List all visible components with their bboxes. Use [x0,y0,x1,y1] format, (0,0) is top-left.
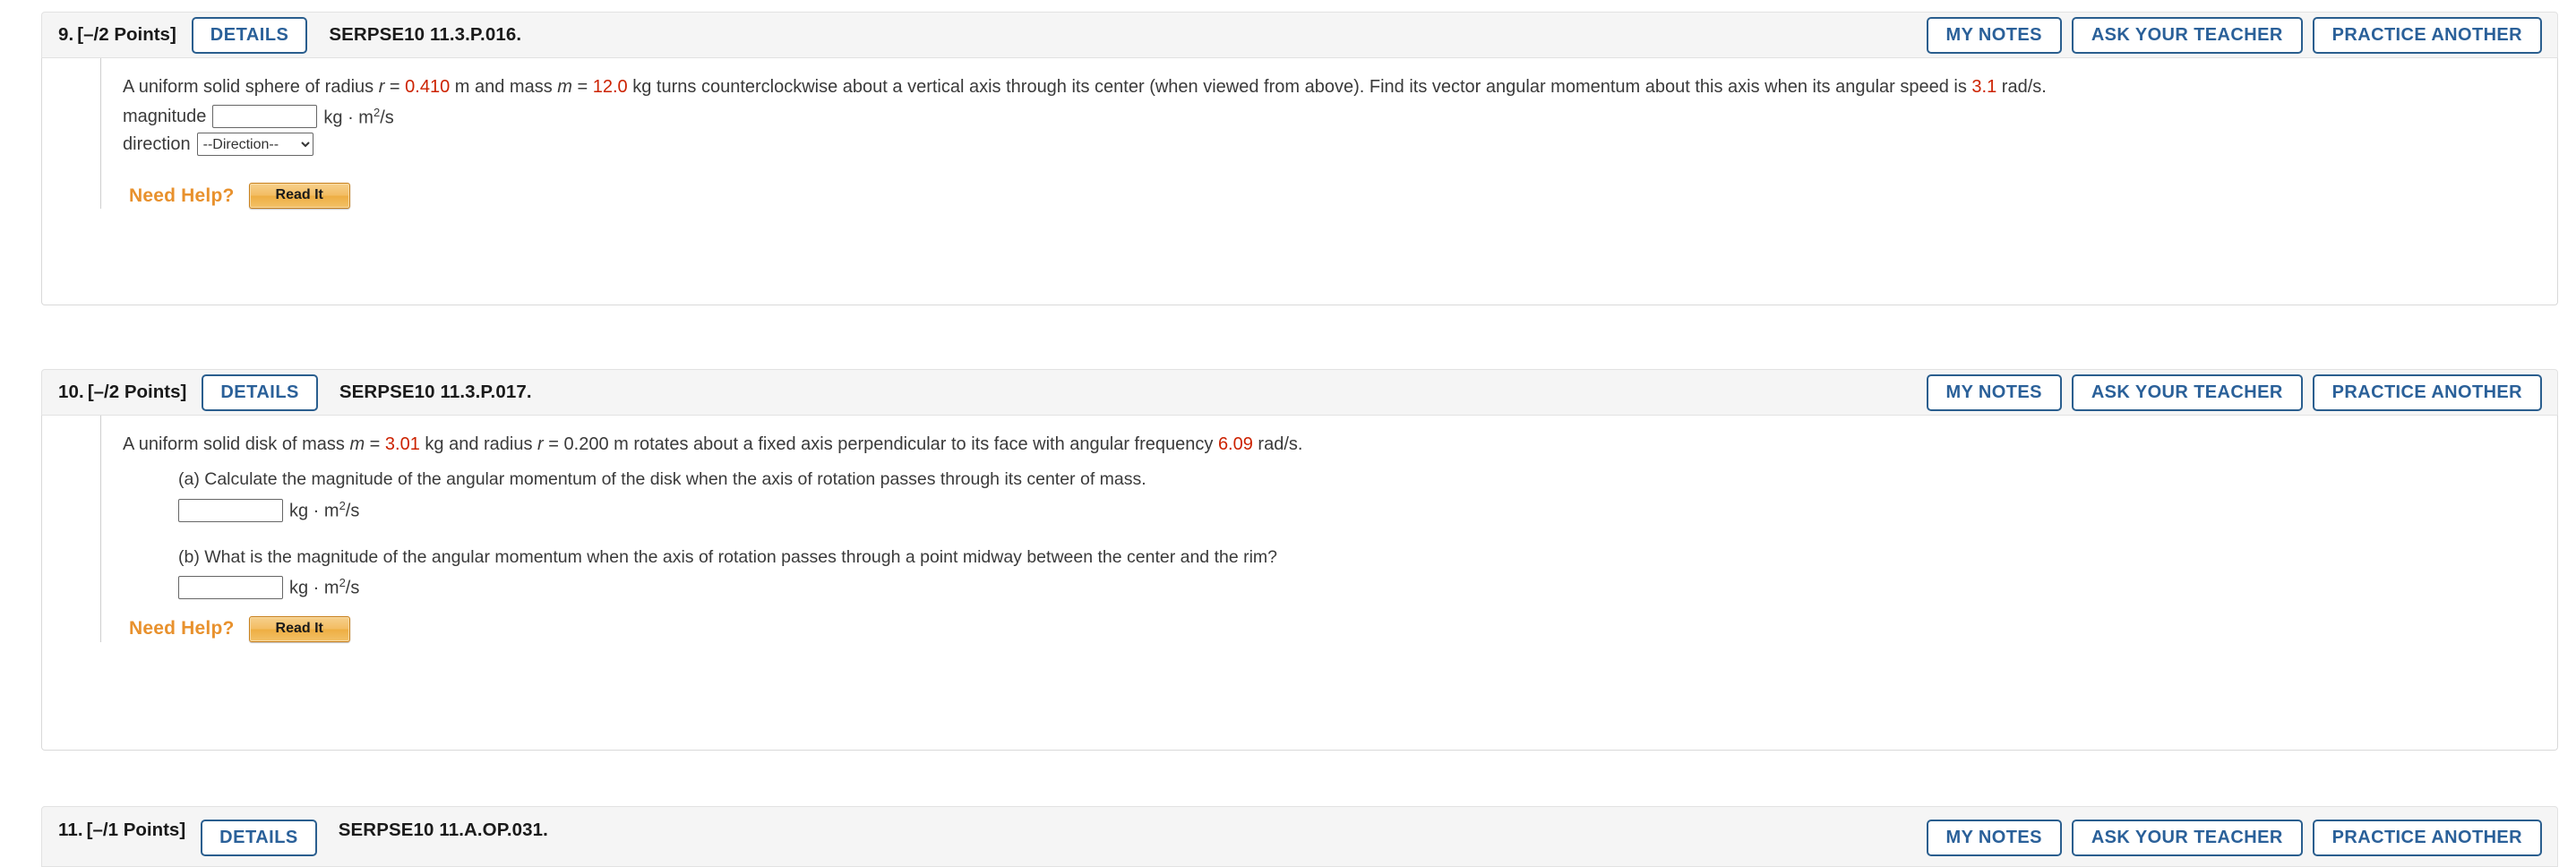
problem-code: SERPSE10 11.A.OP.031. [338,820,548,840]
q10-var-m: m [349,434,365,454]
need-help-label: Need Help? [129,185,235,206]
read-it-button[interactable]: Read It [248,615,350,642]
question-text-10: A uniform solid disk of mass m = 3.01 kg… [123,432,2557,457]
need-help-row-9: Need Help? Read It [129,183,2557,210]
q9-seg2: = [384,77,406,97]
q9-seg4: = [571,77,593,97]
q9-value-radius: 0.410 [405,77,451,97]
q10-seg2: = [365,434,385,454]
magnitude-units: kg · m2/s [323,106,393,129]
q9-seg6: rad/s. [1996,77,2047,97]
problem-code: SERPSE10 11.3.P.016. [329,24,522,45]
problem-body-10: A uniform solid disk of mass m = 3.01 kg… [41,416,2558,751]
assignment-page: 9. [–/2 Points] DETAILS SERPSE10 11.3.P.… [0,0,2576,867]
part-a-text: (a) Calculate the magnitude of the angul… [178,469,1146,490]
units-post: /s [345,578,360,598]
problem-header-10: 10. [–/2 Points] DETAILS SERPSE10 11.3.P… [41,369,2558,416]
header-actions: MY NOTES ASK YOUR TEACHER PRACTICE ANOTH… [1926,373,2542,411]
part-a-units: kg · m2/s [289,499,359,522]
ask-your-teacher-button[interactable]: ASK YOUR TEACHER [2071,820,2303,856]
q9-value-speed: 3.1 [1971,77,1997,97]
q10-value-mass: 3.01 [384,434,420,454]
q10-seg1: A uniform solid disk of mass [123,434,350,454]
read-it-button[interactable]: Read It [248,183,350,210]
part-b-text: (b) What is the magnitude of the angular… [178,546,1278,567]
details-button[interactable]: DETAILS [191,16,308,54]
header-actions: MY NOTES ASK YOUR TEACHER PRACTICE ANOTH… [1926,16,2542,54]
units-pre: kg · m [289,578,339,598]
practice-another-button[interactable]: PRACTICE ANOTHER [2312,16,2542,54]
units-exponent: 2 [339,576,346,590]
part-b-units: kg · m2/s [289,576,359,599]
problem-card-11: 11. [–/1 Points] DETAILS SERPSE10 11.A.O… [41,806,2558,867]
details-button[interactable]: DETAILS [202,373,318,411]
problem-code: SERPSE10 11.3.P.017. [339,382,532,402]
problem-card-9: 9. [–/2 Points] DETAILS SERPSE10 11.3.P.… [41,12,2558,305]
q9-seg5: kg turns counterclockwise about a vertic… [627,77,1972,97]
q10-seg5: rad/s. [1252,434,1303,454]
problem-body-9: A uniform solid sphere of radius r = 0.4… [41,58,2558,305]
problem-card-10: 10. [–/2 Points] DETAILS SERPSE10 11.3.P… [41,369,2558,751]
units-exponent: 2 [339,498,346,512]
units-post: /s [380,107,394,128]
my-notes-button[interactable]: MY NOTES [1926,820,2062,856]
practice-another-button[interactable]: PRACTICE ANOTHER [2312,373,2542,411]
my-notes-button[interactable]: MY NOTES [1926,373,2062,411]
q9-var-m: m [557,77,572,97]
problem-number: 9. [58,24,74,45]
direction-select[interactable]: --Direction-- [196,133,313,157]
magnitude-input[interactable] [212,105,318,129]
header-actions: MY NOTES ASK YOUR TEACHER PRACTICE ANOTH… [1926,820,2542,856]
problem-number: 10. [58,382,84,402]
units-pre: kg · m [323,107,374,128]
q9-value-mass: 12.0 [592,77,628,97]
problem-body-inner-10: A uniform solid disk of mass m = 3.01 kg… [100,416,2557,642]
part-a-answer-row: kg · m2/s [178,498,2557,522]
problem-points: [–/1 Points] [86,820,186,840]
q9-seg3: m and mass [450,77,558,97]
q10-var-r: r [537,434,544,454]
problem-body-inner-9: A uniform solid sphere of radius r = 0.4… [100,58,2557,210]
magnitude-label: magnitude [123,106,207,126]
part-b-answer-row: kg · m2/s [178,575,2557,599]
direction-label: direction [123,133,191,154]
q10-value-frequency: 6.09 [1217,434,1253,454]
ask-your-teacher-button[interactable]: ASK YOUR TEACHER [2071,16,2303,54]
q9-seg1: A uniform solid sphere of radius [123,77,379,97]
direction-row: direction --Direction-- [123,133,2557,157]
need-help-label: Need Help? [129,618,235,640]
units-pre: kg · m [289,501,339,521]
my-notes-button[interactable]: MY NOTES [1926,16,2062,54]
problem-points: [–/2 Points] [77,24,176,45]
problem-header-9: 9. [–/2 Points] DETAILS SERPSE10 11.3.P.… [41,12,2558,58]
q10-seg4: = 0.200 m rotates about a fixed axis per… [543,434,1218,454]
q10-seg3: kg and radius [419,434,538,454]
part-a-input[interactable] [178,498,283,522]
question-text-9: A uniform solid sphere of radius r = 0.4… [123,74,2557,99]
part-b-input[interactable] [178,575,283,599]
practice-another-button[interactable]: PRACTICE ANOTHER [2312,820,2542,856]
details-button[interactable]: DETAILS [201,820,317,856]
ask-your-teacher-button[interactable]: ASK YOUR TEACHER [2071,373,2303,411]
part-a: (a) Calculate the magnitude of the angul… [178,467,2557,522]
magnitude-row: magnitude kg · m2/s [123,105,2557,129]
problem-points: [–/2 Points] [87,382,187,402]
need-help-row-10: Need Help? Read It [129,615,2557,642]
part-b: (b) What is the magnitude of the angular… [178,545,2557,599]
problem-header-11: 11. [–/1 Points] DETAILS SERPSE10 11.A.O… [41,806,2558,867]
units-post: /s [345,501,360,521]
problem-number: 11. [58,820,83,840]
